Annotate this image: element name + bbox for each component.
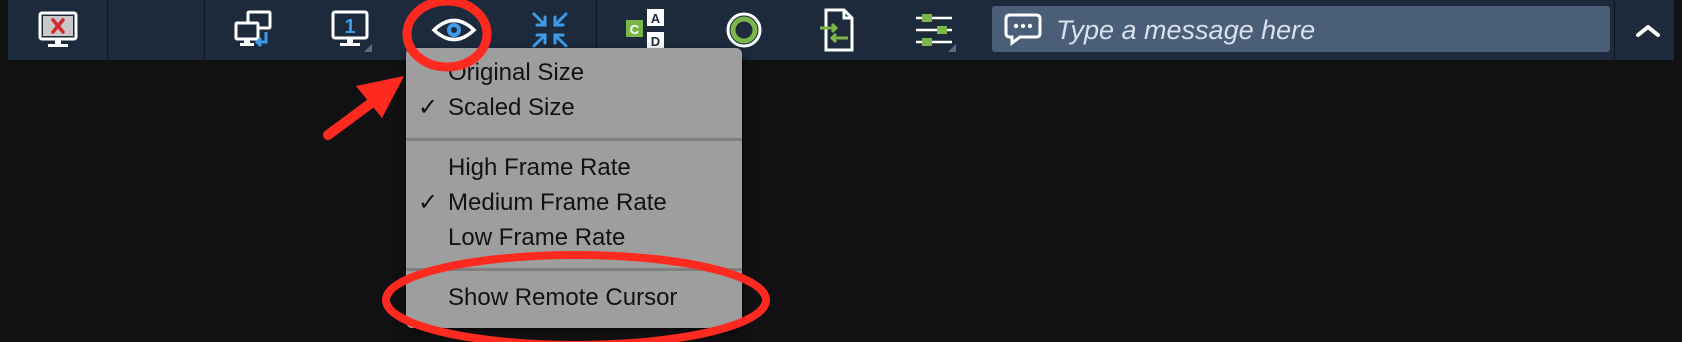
menu-separator xyxy=(406,268,742,271)
record-circle-icon xyxy=(726,12,762,48)
file-transfer-icon xyxy=(820,8,854,52)
eye-icon xyxy=(431,18,477,42)
file-transfer-button[interactable] xyxy=(814,6,862,54)
dropdown-corner-indicator xyxy=(948,44,956,52)
menu-item-label: Scaled Size xyxy=(448,94,575,121)
disconnect-button[interactable] xyxy=(34,6,82,54)
collapse-toolbar-button[interactable] xyxy=(1622,6,1674,54)
keyboard-shortcuts-button[interactable]: C A D xyxy=(622,6,670,54)
check-mark: ✓ xyxy=(417,94,439,121)
arrows-inward-icon xyxy=(532,12,568,48)
chevron-up-icon xyxy=(1636,25,1660,37)
check-mark: ✓ xyxy=(417,189,439,216)
chat-message-input[interactable] xyxy=(1054,6,1598,54)
settings-button[interactable] xyxy=(910,6,958,54)
view-options-menu: Original Size ✓ Scaled Size High Frame R… xyxy=(406,48,742,328)
monitor-x-icon xyxy=(38,11,78,47)
record-button[interactable] xyxy=(720,6,768,54)
dropdown-corner-indicator xyxy=(364,44,372,52)
annotation-arrow xyxy=(323,76,404,140)
view-options-button[interactable] xyxy=(430,6,478,54)
monitor-number: 1 xyxy=(344,16,355,38)
menu-item-label: Medium Frame Rate xyxy=(448,189,667,216)
menu-item-show-remote-cursor[interactable]: Show Remote Cursor xyxy=(406,281,742,315)
menu-item-label: Original Size xyxy=(448,59,585,86)
select-monitor-button[interactable]: 1 xyxy=(326,6,374,54)
menu-separator xyxy=(406,138,742,141)
key-a-label: A xyxy=(651,11,661,26)
key-d-label: D xyxy=(651,34,660,49)
menu-item-medium-frame-rate[interactable]: ✓ Medium Frame Rate xyxy=(406,186,742,220)
menu-item-label: Show Remote Cursor xyxy=(448,284,678,311)
menu-item-high-frame-rate[interactable]: High Frame Rate xyxy=(406,151,742,185)
key-c-label: C xyxy=(630,22,640,37)
minimize-view-button[interactable] xyxy=(526,6,574,54)
menu-item-scaled-size[interactable]: ✓ Scaled Size xyxy=(406,91,742,125)
chat-bubble-icon xyxy=(1004,13,1042,46)
remote-toolbar: 1 C A D xyxy=(8,0,1674,60)
cad-keys-icon: C A D xyxy=(626,9,664,49)
menu-item-original-size[interactable]: Original Size xyxy=(406,56,742,90)
switch-monitors-icon xyxy=(234,10,272,48)
menu-item-low-frame-rate[interactable]: Low Frame Rate xyxy=(406,221,742,255)
menu-item-label: Low Frame Rate xyxy=(448,224,626,251)
menu-item-label: High Frame Rate xyxy=(448,154,631,181)
chat-box xyxy=(992,6,1610,54)
switch-role-button[interactable] xyxy=(230,6,278,54)
